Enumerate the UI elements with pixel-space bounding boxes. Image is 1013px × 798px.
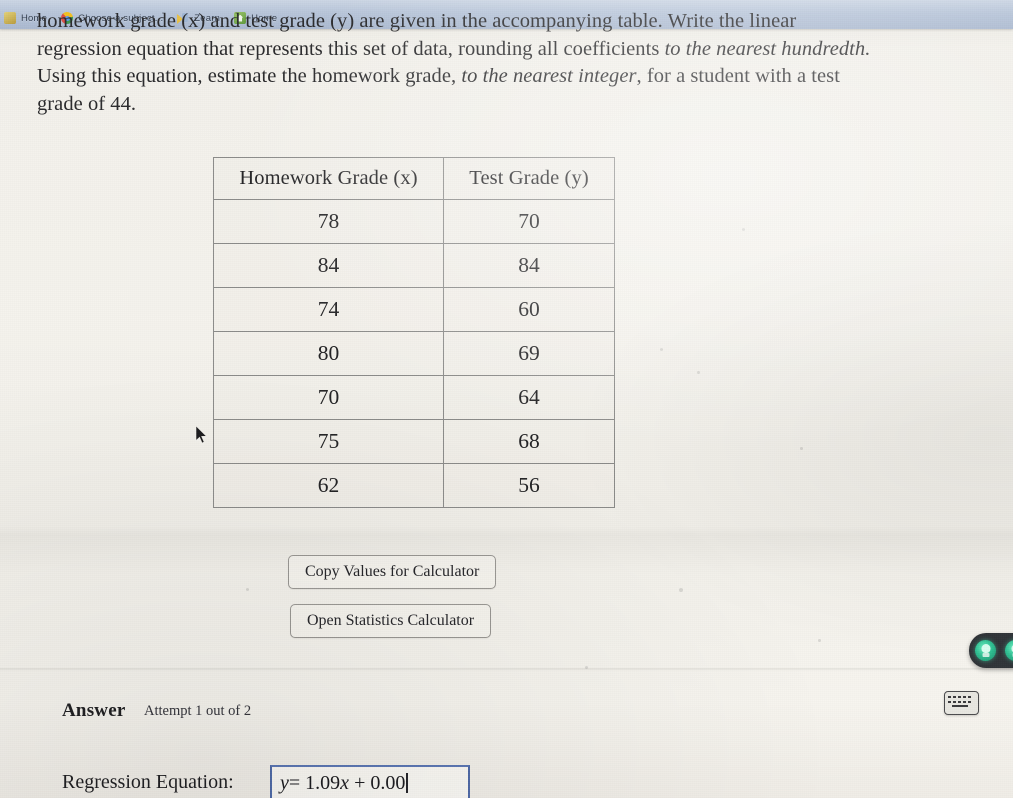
table-row: 78 70 — [213, 199, 615, 244]
problem-line-3: Using this equation, estimate the homewo… — [37, 63, 989, 91]
table-cell-test-grade: 68 — [443, 419, 615, 464]
problem-line-3-text-b: , for a student with a test — [636, 65, 840, 87]
table-cell-test-grade: 60 — [443, 287, 615, 332]
dust-speck — [697, 371, 700, 374]
mouse-cursor — [196, 426, 207, 444]
table-cell-homework-grade: 62 — [213, 463, 444, 508]
hint-toolbar[interactable] — [969, 633, 1013, 668]
page-photo: Home Choose a subject... Zearn Home home… — [0, 0, 1013, 798]
table-cell-homework-grade: 70 — [213, 375, 444, 420]
attempt-counter: Attempt 1 out of 2 — [144, 703, 252, 719]
table-row: 70 64 — [213, 375, 615, 420]
dust-speck — [246, 588, 249, 591]
dust-speck — [660, 348, 663, 351]
table-cell-homework-grade: 75 — [213, 419, 444, 464]
data-table: Homework Grade (x) Test Grade (y) 78 70 … — [213, 157, 615, 508]
table-row: 80 69 — [213, 331, 615, 376]
table-row: 62 56 — [213, 463, 615, 508]
keyboard-glyph — [948, 696, 973, 710]
table-row: 74 60 — [213, 287, 615, 332]
problem-line-3-text-a: Using this equation, estimate the homewo… — [37, 65, 462, 87]
lightbulb-icon[interactable] — [1005, 640, 1013, 661]
equation-x-variable: x — [340, 772, 350, 794]
problem-line-2-text: regression equation that represents this… — [37, 37, 665, 60]
table-cell-test-grade: 84 — [443, 243, 615, 288]
problem-line-3-emphasis: to the nearest integer — [461, 65, 637, 87]
regression-equation-value: y= 1.09x + 0.00 — [280, 772, 408, 795]
problem-line-4: grade of 44. — [37, 92, 137, 115]
dust-speck — [742, 228, 745, 231]
keyboard-icon[interactable] — [944, 691, 979, 715]
table-cell-test-grade: 69 — [443, 331, 615, 376]
copy-values-for-calculator-button[interactable]: Copy Values for Calculator — [288, 555, 497, 589]
problem-line-2: regression equation that represents this… — [37, 36, 989, 64]
table-cell-test-grade: 64 — [443, 375, 615, 420]
home-icon — [4, 12, 16, 24]
table-cell-homework-grade: 78 — [213, 199, 444, 244]
problem-line-2-emphasis: to the nearest hundredth. — [664, 37, 871, 60]
table-cell-homework-grade: 84 — [213, 243, 444, 288]
problem-statement: homework grade (x) and test grade (y) ar… — [37, 8, 989, 118]
equation-intercept: + 0.00 — [354, 772, 406, 794]
table-cell-homework-grade: 74 — [213, 287, 444, 332]
table-header-test-grade: Test Grade (y) — [443, 157, 615, 200]
open-statistics-calculator-button[interactable]: Open Statistics Calculator — [290, 604, 492, 638]
dust-speck — [679, 588, 683, 592]
table-cell-test-grade: 70 — [443, 199, 615, 244]
dust-speck — [800, 447, 803, 450]
dust-speck — [818, 639, 821, 642]
regression-equation-label: Regression Equation: — [62, 771, 234, 793]
table-row: 84 84 — [213, 243, 615, 288]
equation-coefficient: = 1.09 — [288, 772, 341, 794]
answer-section-divider — [0, 668, 1013, 671]
table-header-homework-grade: Homework Grade (x) — [213, 157, 444, 200]
answer-heading: Answer — [62, 700, 126, 721]
table-cell-homework-grade: 80 — [213, 331, 444, 376]
equation-y-variable: y — [280, 772, 289, 794]
problem-line-1: homework grade (x) and test grade (y) ar… — [37, 10, 797, 32]
text-caret — [406, 773, 408, 793]
table-row: 75 68 — [213, 419, 615, 464]
table-cell-test-grade: 56 — [443, 463, 615, 508]
lightbulb-icon[interactable] — [975, 640, 996, 661]
table-header-row: Homework Grade (x) Test Grade (y) — [213, 157, 615, 200]
